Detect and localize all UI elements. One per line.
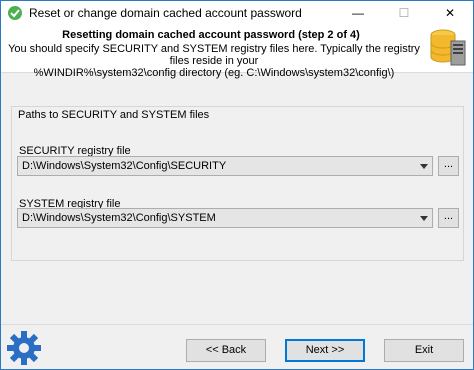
title-bar[interactable]: Reset or change domain cached account pa… xyxy=(1,1,473,25)
step-description-line2: %WINDIR%\system32\config directory (eg. … xyxy=(33,67,395,79)
chevron-down-icon[interactable] xyxy=(420,164,428,169)
footer-separator xyxy=(1,324,473,325)
system-browse-button[interactable]: ... xyxy=(438,208,459,228)
minimize-button[interactable]: — xyxy=(335,1,381,25)
step-description-line1: You should specify SECURITY and SYSTEM r… xyxy=(8,43,420,67)
step-title: Resetting domain cached account password… xyxy=(62,29,360,41)
gear-icon xyxy=(7,331,41,365)
security-file-combo[interactable]: D:\Windows\System32\Config\SECURITY xyxy=(17,156,433,176)
security-file-value: D:\Windows\System32\Config\SECURITY xyxy=(22,160,227,172)
exit-button[interactable]: Exit xyxy=(384,339,464,362)
close-button[interactable]: ✕ xyxy=(427,1,473,25)
step-description: You should specify SECURITY and SYSTEM r… xyxy=(7,43,421,79)
wizard-header: Resetting domain cached account password… xyxy=(1,25,473,79)
security-browse-button[interactable]: ... xyxy=(438,156,459,176)
system-file-combo[interactable]: D:\Windows\System32\Config\SYSTEM xyxy=(17,208,433,228)
chevron-down-icon[interactable] xyxy=(420,216,428,221)
back-button[interactable]: << Back xyxy=(186,339,266,362)
database-server-icon xyxy=(430,29,466,66)
window-title: Reset or change domain cached account pa… xyxy=(29,6,302,20)
paths-group xyxy=(11,106,464,261)
next-button[interactable]: Next >> xyxy=(285,339,365,362)
paths-group-label: Paths to SECURITY and SYSTEM files xyxy=(17,109,211,121)
maximize-button[interactable]: ☐ xyxy=(381,1,427,25)
app-icon xyxy=(8,6,22,20)
dialog-window: Reset or change domain cached account pa… xyxy=(0,0,474,370)
system-file-value: D:\Windows\System32\Config\SYSTEM xyxy=(22,212,216,224)
